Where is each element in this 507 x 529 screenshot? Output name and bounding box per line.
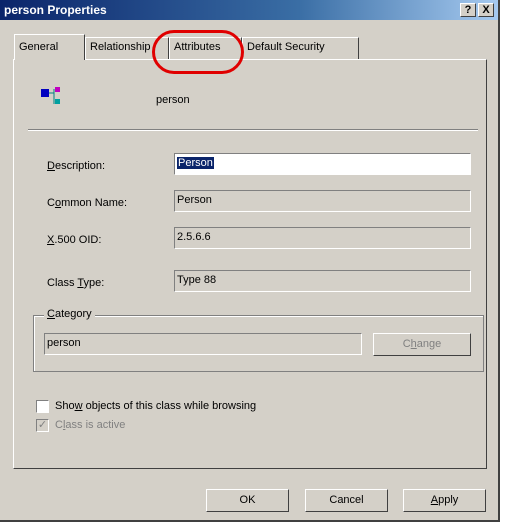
x500-oid-field: 2.5.6.6 [174, 227, 471, 249]
show-objects-label: Show objects of this class while browsin… [55, 400, 257, 412]
object-name: person [156, 94, 190, 106]
ok-button[interactable]: OK [206, 489, 289, 512]
x500-oid-label: X.500 OID: [47, 234, 102, 246]
properties-dialog: person Properties ? X General Relationsh… [0, 0, 500, 522]
highlight-circle [152, 30, 244, 74]
class-active-checkbox[interactable]: ✓ [36, 419, 49, 432]
category-label: Category [44, 308, 95, 320]
class-schema-icon [41, 87, 60, 104]
apply-button[interactable]: Apply [403, 489, 486, 512]
category-field: person [44, 333, 362, 355]
help-button[interactable]: ? [460, 3, 476, 17]
window-title: person Properties [4, 3, 107, 17]
title-bar: person Properties ? X [0, 0, 498, 20]
tab-general[interactable]: General [14, 34, 85, 60]
close-button[interactable]: X [478, 3, 494, 17]
class-active-label: Class is active [55, 419, 126, 431]
header-separator [28, 129, 478, 131]
class-type-field: Type 88 [174, 270, 471, 292]
show-objects-checkbox[interactable] [36, 400, 49, 413]
common-name-field: Person [174, 190, 471, 212]
tab-default-security[interactable]: Default Security [242, 37, 359, 59]
common-name-label: Common Name: [47, 197, 128, 209]
change-button[interactable]: Change [373, 333, 471, 356]
description-label: Description: [47, 160, 106, 172]
class-type-label: Class Type: [47, 277, 105, 289]
description-input[interactable]: Person [174, 153, 471, 175]
cancel-button[interactable]: Cancel [305, 489, 388, 512]
